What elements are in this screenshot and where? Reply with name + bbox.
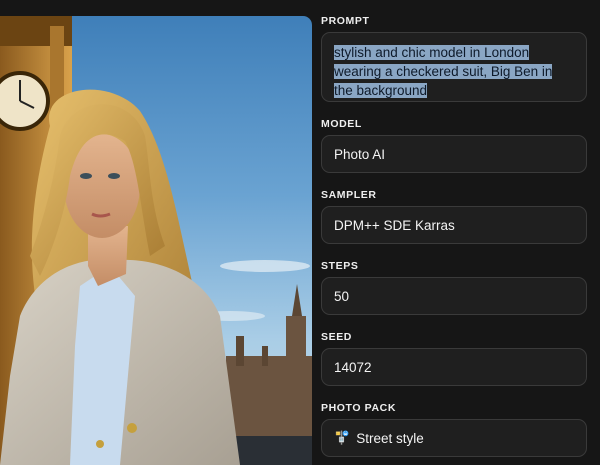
photo-pack-label: PHOTO PACK	[321, 402, 397, 414]
bus-stop-icon: 🚏	[334, 430, 351, 445]
model-value: Photo AI	[334, 146, 386, 162]
sampler-value: DPM++ SDE Karras	[334, 217, 455, 233]
prompt-value: stylish and chic model in London wearing…	[334, 45, 553, 98]
sampler-field[interactable]: DPM++ SDE Karras	[321, 206, 587, 244]
prompt-label: PROMPT	[321, 15, 370, 27]
steps-label: STEPS	[321, 260, 359, 272]
steps-field[interactable]: 50	[321, 277, 587, 315]
model-label: MODEL	[321, 118, 362, 130]
generated-image	[0, 16, 312, 465]
photo-pack-value: Street style	[356, 430, 424, 446]
seed-value: 14072	[334, 359, 372, 375]
steps-value: 50	[334, 288, 350, 304]
photo-pack-field[interactable]: 🚏 Street style	[321, 419, 587, 457]
seed-field[interactable]: 14072	[321, 348, 587, 386]
generated-photo	[0, 16, 312, 465]
seed-label: SEED	[321, 331, 352, 343]
sampler-label: SAMPLER	[321, 189, 377, 201]
model-field[interactable]: Photo AI	[321, 135, 587, 173]
prompt-field[interactable]: stylish and chic model in London wearing…	[321, 32, 587, 102]
